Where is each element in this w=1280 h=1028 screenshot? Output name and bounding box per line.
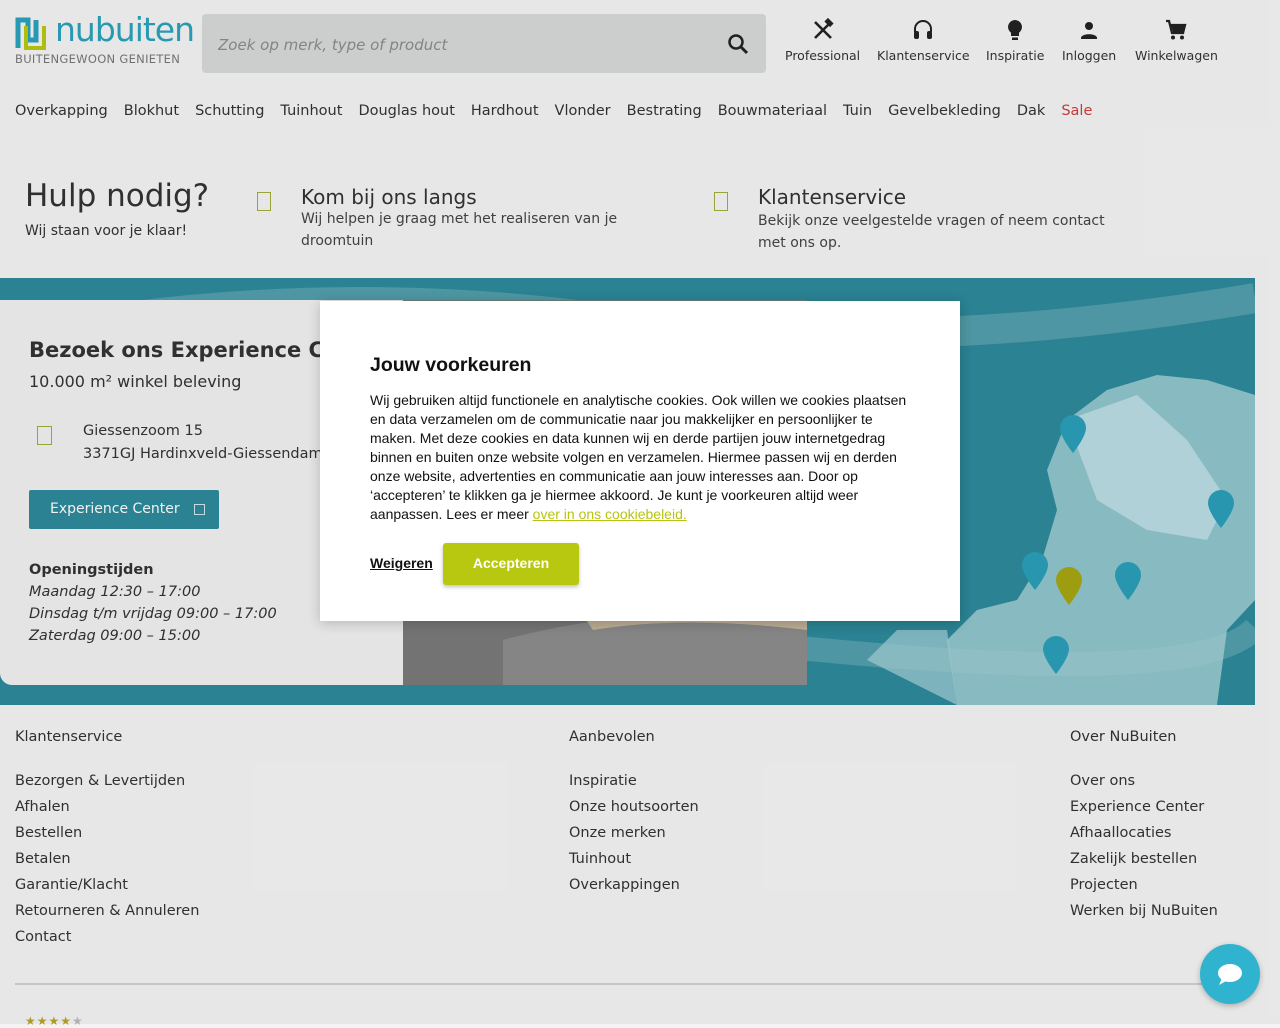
chat-button[interactable]: [1200, 944, 1260, 1004]
accept-button[interactable]: Accepteren: [443, 543, 579, 585]
chat-icon: [1218, 964, 1242, 985]
cookie-body: Wij gebruiken altijd functionele en anal…: [370, 392, 907, 522]
deny-button[interactable]: Weigeren: [370, 555, 433, 571]
cookie-policy-link[interactable]: over in ons cookiebeleid.: [533, 506, 687, 522]
cookie-text: Wij gebruiken altijd functionele en anal…: [370, 391, 915, 524]
cookie-title: Jouw voorkeuren: [370, 354, 532, 376]
cookie-dialog: Jouw voorkeuren Wij gebruiken altijd fun…: [320, 301, 960, 621]
